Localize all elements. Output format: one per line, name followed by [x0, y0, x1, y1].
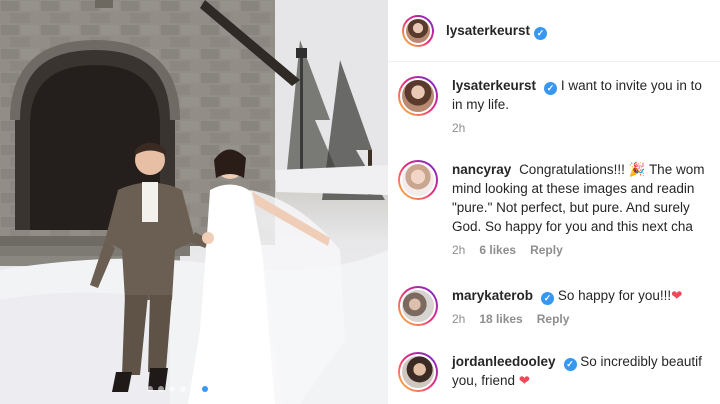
reply-button[interactable]: Reply: [530, 243, 563, 257]
commenter-username[interactable]: nancyray: [452, 162, 511, 177]
commenter-username[interactable]: jordanleedooley: [452, 354, 556, 369]
comment-text: you, friend ❤: [452, 373, 531, 388]
comment-time[interactable]: 2h: [452, 312, 465, 326]
reply-button[interactable]: Reply: [537, 312, 570, 326]
verified-badge-icon: ✓: [534, 26, 548, 40]
comment-meta: 2h 18 likes Reply: [452, 312, 720, 326]
carousel-dot[interactable]: [213, 386, 219, 392]
carousel-indicator[interactable]: [0, 386, 388, 392]
comment-item: marykaterob ✓ So happy for you!!!❤ 2h 18 …: [398, 286, 720, 326]
comment-text: So incredibly beautif: [580, 354, 702, 369]
post-header: lysaterkeurst ✓: [388, 0, 720, 62]
carousel-dot[interactable]: [191, 386, 197, 392]
comment-likes[interactable]: 6 likes: [479, 243, 516, 257]
wedding-photo-illustration: [0, 0, 388, 404]
commenter-avatar[interactable]: [398, 160, 438, 200]
carousel-dot[interactable]: [224, 386, 230, 392]
comment-likes[interactable]: 18 likes: [479, 312, 522, 326]
carousel-dot[interactable]: [147, 386, 153, 392]
commenter-username[interactable]: marykaterob: [452, 288, 533, 303]
comment-meta: 2h 6 likes Reply: [452, 243, 720, 257]
comment-text: mind looking at these images and readin: [452, 181, 695, 196]
comment-item: nancyray Congratulations!!! 🎉 The wom mi…: [398, 160, 720, 257]
comment-text: in my life.: [452, 97, 510, 112]
carousel-dot[interactable]: [169, 386, 175, 392]
heart-emoji-icon: ❤: [671, 288, 683, 303]
carousel-dot[interactable]: [180, 386, 186, 392]
comment-time[interactable]: 2h: [452, 243, 465, 257]
comment-text: "pure." Not perfect, but pure. And surel…: [452, 200, 690, 215]
verified-badge-icon: ✓: [544, 82, 558, 95]
author-username[interactable]: lysaterkeurst: [446, 23, 530, 38]
comment-text: I want to invite you in to: [560, 78, 702, 93]
commenter-avatar[interactable]: [398, 76, 438, 116]
carousel-dot[interactable]: [202, 386, 208, 392]
carousel-dot[interactable]: [158, 386, 164, 392]
comment-meta: 2h: [452, 121, 720, 135]
verified-badge-icon: ✓: [541, 292, 555, 305]
carousel-dot[interactable]: [235, 386, 241, 392]
heart-emoji-icon: ❤: [518, 373, 531, 388]
author-avatar[interactable]: [402, 14, 434, 47]
commenter-avatar[interactable]: [398, 286, 438, 326]
verified-badge-icon: ✓: [563, 358, 577, 371]
post-photo[interactable]: [0, 0, 388, 404]
comments-panel: lysaterkeurst ✓ lysaterkeurst ✓ I want to …: [388, 0, 720, 404]
comment-text: Congratulations!!! 🎉 The wom: [519, 162, 705, 177]
comment-text: So happy for you!!!❤: [557, 288, 683, 303]
comment-time[interactable]: 2h: [452, 121, 465, 135]
comment-item: lysaterkeurst ✓ I want to invite you in t…: [398, 76, 720, 135]
commenter-username[interactable]: lysaterkeurst: [452, 78, 536, 93]
comment-text: God. So happy for you and this next cha: [452, 219, 693, 234]
commenter-avatar[interactable]: [398, 352, 438, 392]
comment-item: jordanleedooley ✓ So incredibly beautif y…: [398, 352, 720, 392]
